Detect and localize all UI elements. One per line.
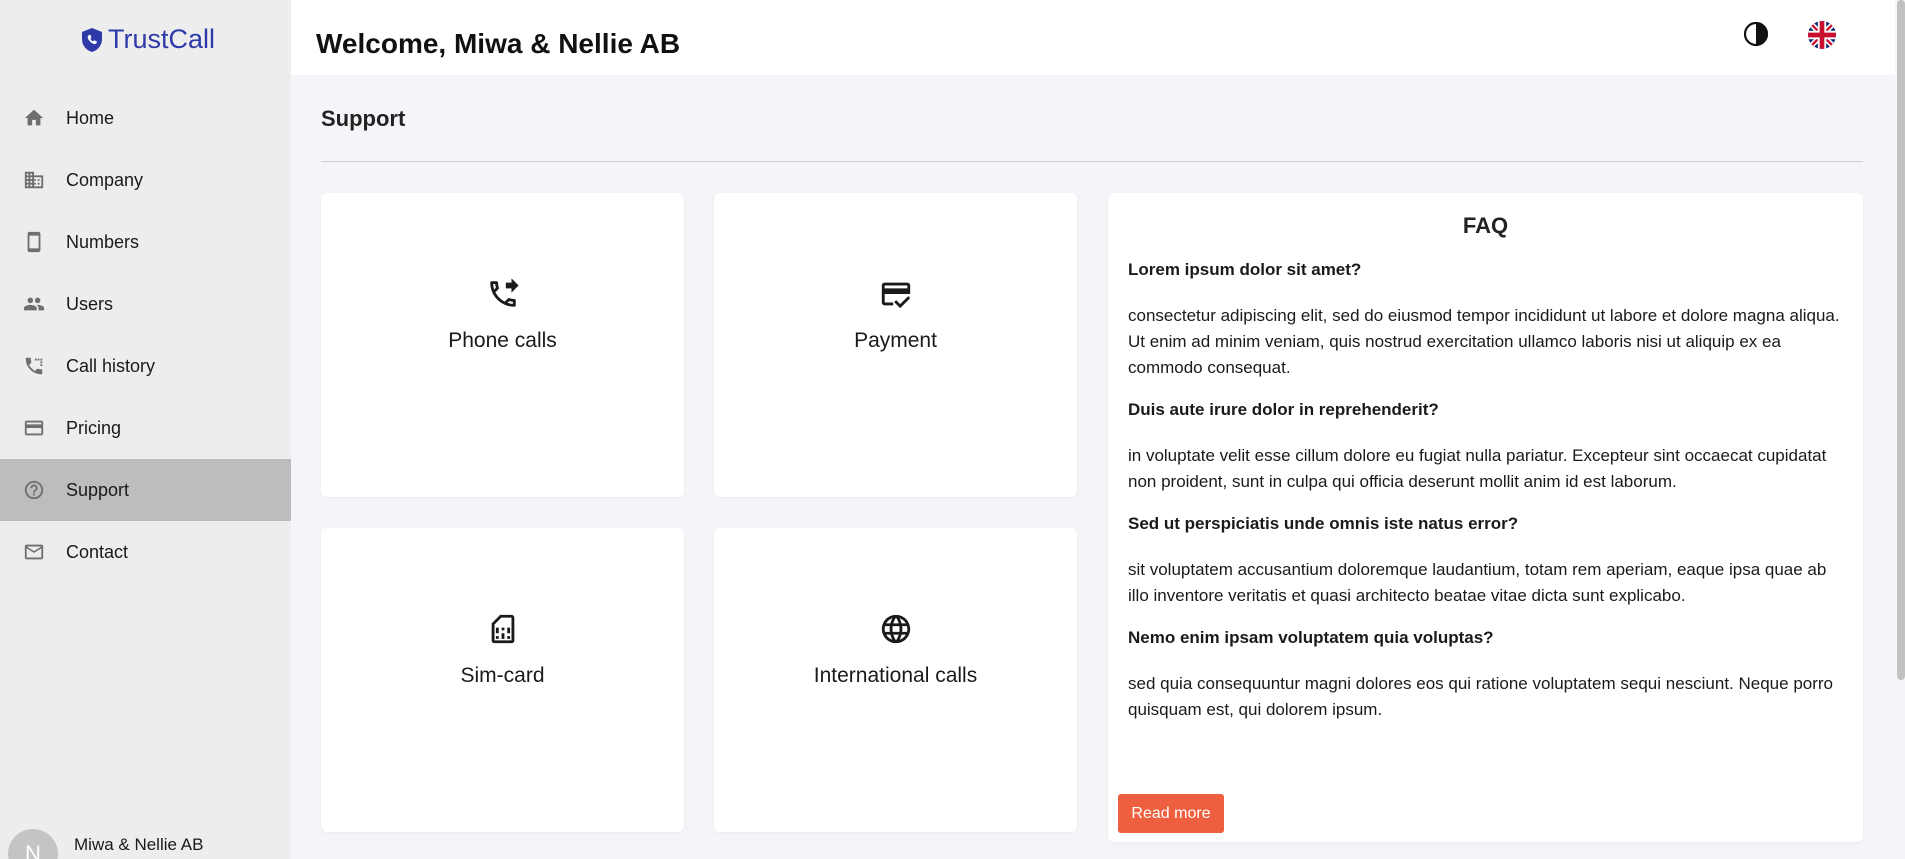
faq-panel: FAQ Lorem ipsum dolor sit amet? consecte… xyxy=(1108,193,1863,842)
sidebar-item-label: Contact xyxy=(66,541,129,562)
top-header: Welcome, Miwa & Nellie AB xyxy=(291,0,1895,75)
sidebar-item-label: Support xyxy=(66,479,130,500)
trustcall-logo[interactable]: TrustCall xyxy=(80,24,215,55)
home-icon xyxy=(22,106,46,130)
faq-answer: consectetur adipiscing elit, sed do eius… xyxy=(1128,306,1840,377)
faq-question: Nemo enim ipsam voluptatem quia voluptas… xyxy=(1128,628,1494,647)
sidebar-item-users[interactable]: Users xyxy=(0,273,291,335)
avatar: N xyxy=(8,829,58,859)
sidebar: TrustCall Home Company Numbers Users Cal… xyxy=(0,0,291,859)
mail-icon xyxy=(22,540,46,564)
sidebar-item-label: Numbers xyxy=(66,231,140,252)
user-name: Miwa & Nellie AB xyxy=(74,835,204,854)
sidebar-item-contact[interactable]: Contact xyxy=(0,521,291,583)
sidebar-nav: Home Company Numbers Users Call history xyxy=(0,87,291,583)
user-profile[interactable]: N Miwa & Nellie AB xyxy=(8,829,203,859)
faq-list: Lorem ipsum dolor sit amet? consectetur … xyxy=(1128,259,1843,741)
read-more-button[interactable]: Read more xyxy=(1118,794,1224,833)
section-divider xyxy=(321,161,1863,162)
page-title: Welcome, Miwa & Nellie AB xyxy=(316,28,681,59)
card-label: International calls xyxy=(813,664,978,687)
sim-card-icon xyxy=(486,612,520,646)
support-card-payment[interactable]: Payment xyxy=(714,193,1077,497)
sidebar-item-label: Home xyxy=(66,107,115,128)
sidebar-item-label: Pricing xyxy=(66,417,122,438)
card-label: Phone calls xyxy=(448,329,557,352)
faq-answer: in voluptate velit esse cillum dolore eu… xyxy=(1128,446,1827,491)
sidebar-item-support[interactable]: Support xyxy=(0,459,291,521)
sidebar-item-home[interactable]: Home xyxy=(0,87,291,149)
uk-flag-icon[interactable] xyxy=(1808,21,1836,49)
shield-phone-icon xyxy=(82,27,102,52)
support-card-sim-card[interactable]: Sim-card xyxy=(321,528,684,832)
sidebar-item-label: Users xyxy=(66,293,114,314)
building-icon xyxy=(22,168,46,192)
globe-icon xyxy=(879,612,913,646)
card-label: Payment xyxy=(854,329,937,352)
users-icon xyxy=(22,292,46,316)
card-label: Sim-card xyxy=(460,664,545,687)
call-history-icon xyxy=(22,354,46,378)
support-card-phone-calls[interactable]: Phone calls xyxy=(321,193,684,497)
support-card-international-calls[interactable]: International calls xyxy=(714,528,1077,832)
faq-answer: sed quia consequuntur magni dolores eos … xyxy=(1128,674,1834,719)
phone-forwarded-icon xyxy=(486,277,520,311)
smartphone-icon xyxy=(22,230,46,254)
help-circle-icon xyxy=(22,478,46,502)
section-title: Support xyxy=(321,106,406,131)
faq-question: Duis aute irure dolor in reprehenderit? xyxy=(1128,400,1439,419)
faq-question: Lorem ipsum dolor sit amet? xyxy=(1128,260,1362,279)
sidebar-item-company[interactable]: Company xyxy=(0,149,291,211)
logo-text: TrustCall xyxy=(108,24,216,54)
sidebar-item-call-history[interactable]: Call history xyxy=(0,335,291,397)
contrast-icon[interactable] xyxy=(1743,21,1769,47)
faq-answer: sit voluptatem accusantium doloremque la… xyxy=(1128,560,1827,605)
sidebar-item-label: Call history xyxy=(66,355,156,376)
page-scrollbar[interactable] xyxy=(1897,0,1905,680)
payment-card-check-icon xyxy=(879,277,913,311)
credit-card-icon xyxy=(22,416,46,440)
sidebar-item-label: Company xyxy=(66,169,144,190)
sidebar-item-numbers[interactable]: Numbers xyxy=(0,211,291,273)
faq-title: FAQ xyxy=(1462,213,1509,238)
faq-question: Sed ut perspiciatis unde omnis iste natu… xyxy=(1128,514,1519,533)
sidebar-item-pricing[interactable]: Pricing xyxy=(0,397,291,459)
